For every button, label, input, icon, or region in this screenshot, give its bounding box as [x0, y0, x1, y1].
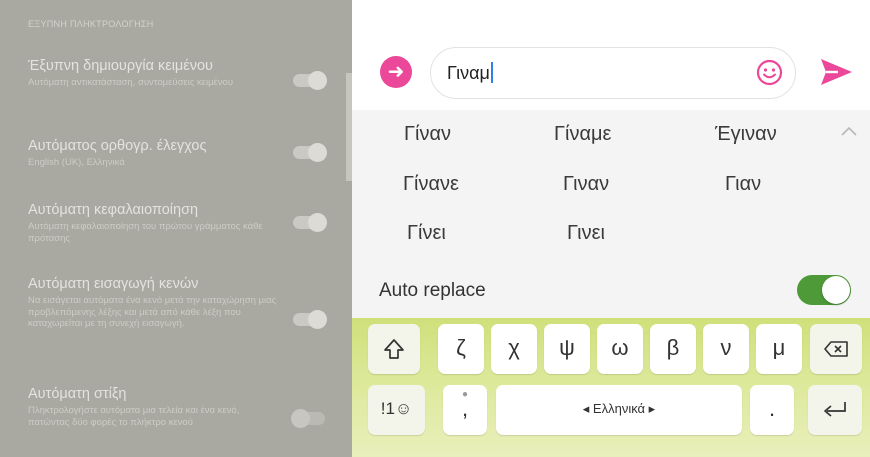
shift-icon [384, 339, 404, 360]
suggestion-item[interactable]: Γιαν [725, 173, 761, 196]
backspace-key[interactable] [810, 324, 862, 374]
setting-description: Να εισάγεται αυτόματα ένα κενό μετά την … [28, 295, 277, 329]
setting-title: Αυτόματος ορθογρ. έλεγχος [28, 138, 207, 154]
auto-replace-toggle[interactable] [797, 275, 851, 305]
setting-description: Αυτόματη κεφαλαιοποίηση του πρώτου γράμμ… [28, 221, 263, 244]
toggle-auto-spacing[interactable] [293, 310, 327, 329]
suggestion-panel: Γίναν Γίναμε Έγιναν Γίνανε Γιναν Γιαν Γί… [352, 110, 870, 258]
setting-title: Αυτόματη στίξη [28, 386, 127, 402]
setting-title: Αυτόματη εισαγωγή κενών [28, 276, 199, 292]
toggle-knob [308, 71, 327, 90]
toggle-smart-typing[interactable] [293, 71, 327, 90]
typed-text: Γιναμ [447, 63, 490, 83]
key-mu[interactable]: μ [756, 324, 802, 374]
toggle-auto-capitalize[interactable] [293, 213, 327, 232]
suggestion-item[interactable]: Έγιναν [715, 123, 777, 146]
arrow-right-icon[interactable]: ➜ [380, 56, 412, 88]
key-beta[interactable]: β [650, 324, 696, 374]
mic-icon: ● [462, 389, 469, 400]
setting-auto-spacing[interactable]: Αυτόματη εισαγωγή κενών Να εισάγεται αυτ… [28, 276, 278, 330]
suggestion-item[interactable]: Γινει [567, 222, 605, 245]
backspace-icon [824, 341, 848, 357]
toggle-knob [822, 276, 850, 304]
text-cursor [490, 62, 493, 83]
key-nu[interactable]: ν [703, 324, 749, 374]
enter-icon [824, 402, 846, 417]
period-key[interactable]: . [750, 385, 794, 435]
suggestion-item[interactable]: Γίνανε [403, 173, 459, 196]
space-key[interactable]: ◂ Ελληνικά ▸ [496, 385, 742, 435]
typed-text-wrap: Γιναμ [447, 62, 493, 84]
keyboard-area: ➜ Γιναμ Γίναν Γίναμε Έγιναν Γίνανε Γιναν… [352, 0, 870, 457]
enter-key[interactable] [808, 385, 862, 435]
setting-auto-capitalize[interactable]: Αυτόματη κεφαλαιοποίηση Αυτόματη κεφαλαι… [28, 202, 278, 244]
comma-key[interactable]: , ● [443, 385, 487, 435]
setting-description: English (UK), Ελληνικά [28, 157, 125, 168]
setting-description: Αυτόματη αντικατάσταση, συντομεύσεις κει… [28, 77, 234, 88]
settings-panel: ΕΞΥΠΝΗ ΠΛΗΚΤΡΟΛΟΓΗΣΗ Έξυπνη δημιουργία κ… [0, 0, 352, 457]
suggestion-item[interactable]: Γίνει [407, 222, 446, 245]
key-zeta[interactable]: ζ [438, 324, 484, 374]
toggle-knob [291, 409, 310, 428]
setting-auto-punctuation[interactable]: Αυτόματη στίξη Πληκτρολογήστε αυτόματα μ… [28, 386, 278, 428]
chevron-up-icon[interactable] [839, 122, 859, 142]
toggle-knob [308, 143, 327, 162]
suggestion-item[interactable]: Γίναν [404, 123, 451, 146]
suggestion-item[interactable]: Γιναν [563, 173, 609, 196]
emoji-icon[interactable] [756, 59, 783, 86]
message-input-bar: ➜ Γιναμ [352, 36, 870, 110]
send-icon[interactable] [818, 56, 854, 88]
setting-title: Αυτόματη κεφαλαιοποίηση [28, 202, 199, 218]
suggestion-item[interactable]: Γίναμε [554, 123, 611, 146]
setting-smart-typing[interactable]: Έξυπνη δημιουργία κειμένου Αυτόματη αντι… [28, 58, 278, 89]
message-input[interactable]: Γιναμ [430, 47, 796, 99]
key-omega[interactable]: ω [597, 324, 643, 374]
section-title: ΕΞΥΠΝΗ ΠΛΗΚΤΡΟΛΟΓΗΣΗ [28, 19, 154, 29]
key-chi[interactable]: χ [491, 324, 537, 374]
setting-title: Έξυπνη δημιουργία κειμένου [28, 58, 213, 74]
auto-replace-label: Auto replace [379, 280, 486, 301]
toggle-knob [308, 310, 327, 329]
key-psi[interactable]: ψ [544, 324, 590, 374]
shift-key[interactable] [368, 324, 420, 374]
toggle-knob [308, 213, 327, 232]
setting-auto-spellcheck[interactable]: Αυτόματος ορθογρ. έλεγχος English (UK), … [28, 138, 278, 169]
toggle-auto-spellcheck[interactable] [293, 143, 327, 162]
setting-description: Πληκτρολογήστε αυτόματα μια τελεία και έ… [28, 405, 240, 428]
toggle-auto-punctuation[interactable] [291, 409, 325, 428]
keyboard: ζ χ ψ ω β ν μ !1☺ , ● ◂ Ελληνικά ▸ . [352, 318, 870, 457]
symbols-key[interactable]: !1☺ [368, 385, 425, 435]
auto-replace-row: Auto replace [352, 258, 870, 318]
